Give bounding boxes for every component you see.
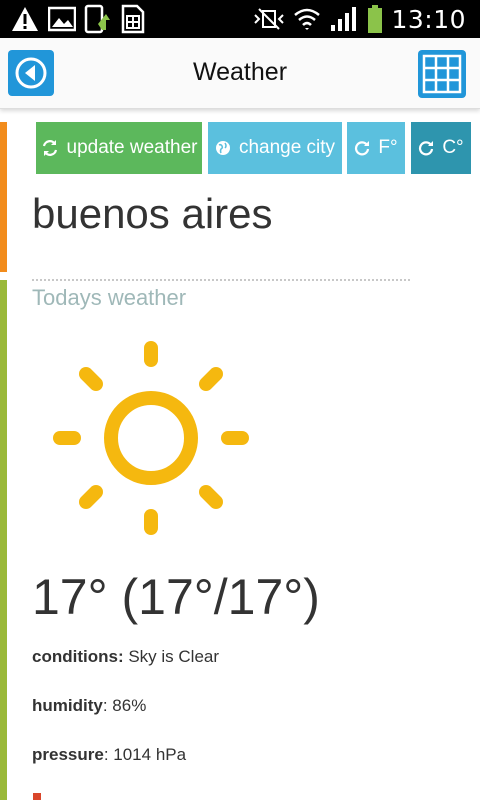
signal-icon (329, 5, 359, 33)
humidity-row: humidity: 86% (32, 696, 146, 716)
next-section-marker (33, 793, 41, 800)
fahrenheit-label: F° (378, 137, 398, 158)
update-weather-button[interactable]: update weather (36, 122, 202, 174)
city-name: buenos aires (32, 190, 273, 237)
conditions-value: Sky is Clear (123, 647, 220, 666)
humidity-label: humidity (32, 696, 103, 715)
conditions-row: conditions: Sky is Clear (32, 647, 219, 667)
celsius-button[interactable]: C° (411, 122, 471, 174)
sim-card-icon (120, 4, 146, 34)
conditions-label: conditions: (32, 647, 124, 666)
page-title: Weather (192, 58, 288, 86)
celsius-label: C° (442, 137, 464, 158)
status-right-icons: 13:10 (253, 2, 466, 36)
menu-grid-button[interactable] (418, 50, 466, 98)
app-titlebar: Weather (0, 38, 480, 109)
pressure-label: pressure (32, 745, 104, 764)
temperature: 17° (17°/17°) (32, 569, 320, 625)
battery-icon (367, 4, 383, 34)
refresh-icon (42, 140, 57, 156)
warning-icon (10, 5, 40, 33)
change-city-label: change city (238, 137, 336, 158)
globe-icon (215, 141, 230, 155)
weather-accent-bar (0, 280, 7, 800)
pressure-value: : 1014 hPa (103, 745, 187, 764)
sun-icon (53, 341, 249, 535)
update-weather-label: update weather (66, 137, 198, 158)
fahrenheit-button[interactable]: F° (347, 122, 405, 174)
refresh-icon (355, 141, 370, 156)
phone-update-icon (84, 4, 112, 34)
status-bar: 13:10 (0, 0, 480, 38)
status-time: 13:10 (391, 4, 466, 34)
divider (32, 279, 410, 281)
grid-icon (422, 54, 462, 94)
pressure-row: pressure: 1014 hPa (32, 745, 186, 765)
city-accent-bar (0, 122, 7, 272)
wifi-icon (293, 6, 321, 32)
status-left-icons (10, 4, 146, 34)
refresh-icon (419, 141, 434, 156)
vibrate-off-icon (253, 7, 285, 31)
humidity-value: : 86% (102, 696, 147, 715)
section-title: Todays weather (32, 285, 187, 310)
image-icon (48, 6, 76, 32)
change-city-button[interactable]: change city (208, 122, 342, 174)
